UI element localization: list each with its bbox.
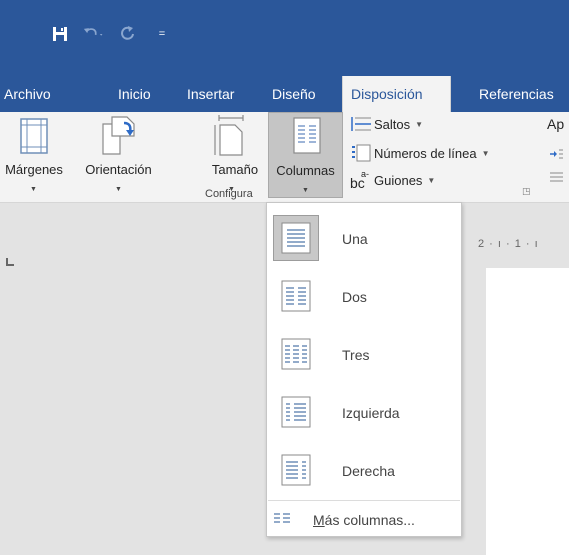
hyphenation-icon: bc a- [350, 169, 372, 191]
ribbon: Márgenes ▼ Orientación ▼ Tamaño ▼ Column… [0, 112, 569, 203]
chevron-down-icon: ▼ [481, 148, 490, 158]
columns-option-izquierda[interactable]: Izquierda [267, 384, 461, 442]
more-columns-item[interactable]: Más columnas... [267, 503, 461, 537]
size-icon [214, 115, 244, 156]
columns-dropdown: Una Dos Tres Izquierda Derecha Más colum… [266, 202, 462, 537]
tab-archivo[interactable]: Archivo [4, 76, 51, 112]
menu-tabs: Archivo Inicio Insertar Diseño Disposici… [0, 76, 569, 112]
tab-diseno[interactable]: Diseño [272, 76, 316, 112]
columns-option-una[interactable]: Una [267, 210, 461, 268]
undo-icon[interactable] [83, 23, 105, 45]
tab-insertar[interactable]: Insertar [187, 76, 234, 112]
chevron-down-icon: ▼ [115, 186, 122, 193]
redo-icon[interactable] [117, 23, 139, 45]
size-button[interactable]: Tamaño ▼ [203, 112, 267, 198]
two-columns-icon [273, 273, 319, 319]
line-numbers-label: Números de línea [374, 145, 477, 161]
hyphenation-label: Guiones [374, 172, 423, 188]
tab-disposicion[interactable]: Disposición [342, 76, 451, 112]
margins-icon [20, 118, 48, 154]
size-label: Tamaño [211, 162, 259, 177]
columns-option-dos[interactable]: Dos [267, 268, 461, 326]
line-numbers-button[interactable]: Números de línea ▼ [350, 143, 490, 163]
dialog-launcher-icon[interactable]: ◳ [522, 186, 531, 197]
customize-icon[interactable]: = [151, 23, 173, 45]
option-label: Tres [342, 347, 370, 363]
orientation-icon [102, 116, 135, 155]
orientation-label: Orientación [85, 162, 152, 177]
hyphenation-icon-sup: a- [361, 169, 370, 179]
option-label: Derecha [342, 463, 395, 479]
tab-inicio[interactable]: Inicio [118, 76, 151, 112]
left-column-icon [273, 389, 319, 435]
line-numbers-icon [352, 144, 371, 162]
breaks-label: Saltos [374, 116, 411, 132]
three-columns-icon [273, 331, 319, 377]
margins-label: Márgenes [5, 162, 63, 177]
more-columns-icon [273, 511, 291, 532]
option-label: Dos [342, 289, 367, 305]
option-label: Una [342, 231, 368, 247]
ribbon-group-label: Configura [205, 188, 253, 200]
ruler: 2 · ı · 1 · ı [478, 238, 539, 250]
one-column-icon [273, 215, 319, 261]
columns-icon [293, 117, 321, 154]
more-columns-label: Más columnas... [313, 512, 415, 528]
columns-button[interactable]: Columnas ▼ [268, 112, 343, 198]
breaks-icon [351, 117, 371, 131]
indent-icon [549, 147, 563, 165]
columns-option-derecha[interactable]: Derecha [267, 442, 461, 500]
columns-option-tres[interactable]: Tres [267, 326, 461, 384]
spacing-icon [549, 170, 563, 188]
hyphenation-button[interactable]: bc a- Guiones ▼ [350, 169, 436, 191]
right-column-icon [273, 447, 319, 493]
margins-button[interactable]: Márgenes ▼ [0, 112, 68, 198]
breaks-button[interactable]: Saltos ▼ [350, 115, 423, 133]
title-bar: = [0, 0, 569, 76]
menu-separator [268, 500, 460, 501]
orientation-button[interactable]: Orientación ▼ [68, 112, 169, 198]
option-label: Izquierda [342, 405, 400, 421]
save-icon[interactable] [49, 23, 71, 45]
chevron-down-icon: ▼ [30, 186, 37, 193]
customize-glyph: = [158, 28, 166, 40]
columns-label: Columnas [276, 163, 335, 178]
chevron-down-icon: ▼ [302, 187, 309, 194]
tab-referencias[interactable]: Referencias [479, 76, 554, 112]
quick-access-toolbar: = [49, 20, 173, 48]
next-group-label: Ap [547, 116, 565, 132]
document-page[interactable] [486, 268, 569, 555]
chevron-down-icon: ▼ [427, 175, 436, 185]
tab-selector-icon[interactable] [6, 258, 14, 266]
chevron-down-icon: ▼ [415, 119, 424, 129]
